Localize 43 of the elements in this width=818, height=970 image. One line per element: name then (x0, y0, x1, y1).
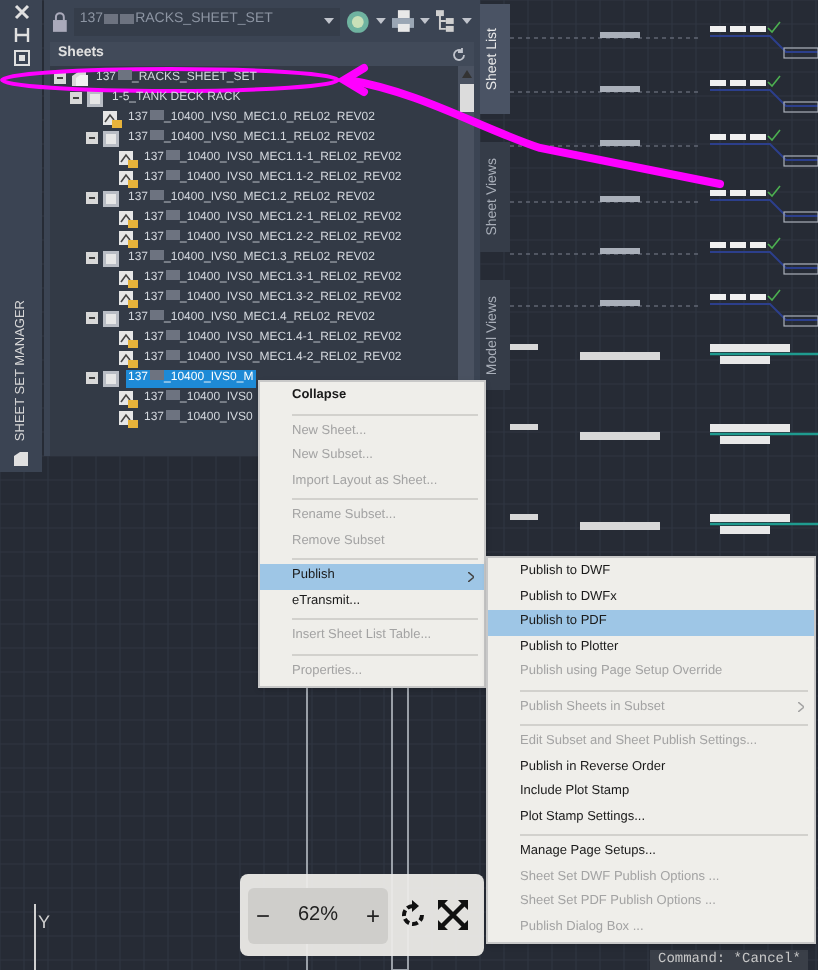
scrollbar-thumb[interactable] (459, 84, 473, 112)
sheet-icon (118, 209, 138, 227)
sheet-icon (118, 329, 138, 347)
close-icon[interactable] (13, 4, 29, 20)
hierarchy-icon[interactable] (436, 10, 457, 32)
subset-icon (102, 369, 122, 387)
caret-icon[interactable] (375, 18, 386, 24)
subset-icon (102, 129, 122, 147)
fullscreen-icon[interactable] (438, 900, 468, 930)
collapse-icon[interactable] (86, 312, 98, 324)
zoom-in-button[interactable]: + (365, 897, 380, 933)
sheet-icon (102, 109, 122, 127)
globe-icon[interactable] (345, 9, 370, 33)
sheet-icon (118, 149, 138, 167)
ucs-axis-icon (34, 904, 36, 970)
caret-icon[interactable] (420, 18, 431, 24)
sheet-icon (118, 169, 138, 187)
zoom-level: 62% (297, 902, 338, 930)
sheet-icon (118, 389, 138, 407)
rotate-icon[interactable] (398, 900, 428, 930)
refresh-icon[interactable] (452, 47, 466, 61)
sheet-icon (118, 229, 138, 247)
sheet-icon (118, 409, 138, 427)
zoom-out-button[interactable]: − (256, 897, 271, 933)
sheet-icon (118, 349, 138, 367)
lock-icon (52, 11, 68, 31)
auto-hide-icon[interactable] (13, 28, 29, 42)
sheet-icon (118, 269, 138, 287)
properties-icon[interactable] (13, 50, 29, 66)
caret-icon[interactable] (323, 18, 334, 24)
collapse-icon[interactable] (70, 92, 82, 104)
subset-icon (102, 189, 122, 207)
caret-icon[interactable] (462, 18, 473, 24)
subset-icon (102, 249, 122, 267)
printer-icon[interactable] (391, 10, 415, 32)
collapse-icon[interactable] (86, 132, 98, 144)
collapse-icon[interactable] (86, 372, 98, 384)
ucs-label: Y (38, 910, 51, 936)
subset-icon (102, 309, 122, 327)
collapse-icon[interactable] (86, 252, 98, 264)
sheet-set-icon (12, 450, 30, 468)
collapse-icon[interactable] (86, 192, 98, 204)
sheet-icon (118, 289, 138, 307)
